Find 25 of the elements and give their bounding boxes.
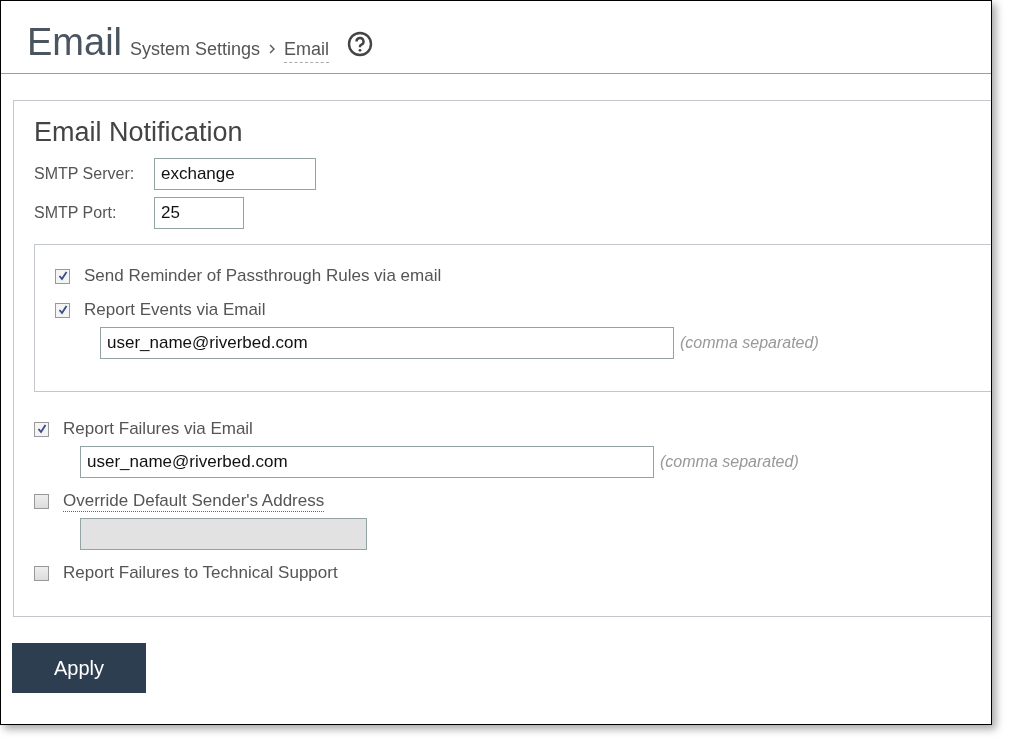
checkbox-label: Send Reminder of Passthrough Rules via email bbox=[84, 266, 442, 286]
checkbox-label: Report Failures via Email bbox=[63, 419, 253, 439]
input-field[interactable]: user_name@riverbed.com bbox=[80, 446, 654, 478]
checkbox-label: Override Default Sender's Address bbox=[63, 490, 325, 512]
checkbox[interactable] bbox=[34, 493, 49, 509]
hint-text: (comma separated) bbox=[660, 453, 799, 471]
checkbox[interactable] bbox=[34, 421, 49, 437]
apply-button[interactable]: Apply bbox=[12, 643, 146, 693]
help-icon[interactable] bbox=[347, 31, 374, 57]
section-title: Email Notification bbox=[34, 117, 244, 148]
page-title: Email bbox=[27, 21, 123, 64]
breadcrumb-item: Email bbox=[284, 39, 330, 63]
checkbox[interactable] bbox=[55, 268, 70, 284]
field-label: SMTP Server: bbox=[34, 165, 136, 183]
input-field[interactable]: exchange bbox=[154, 158, 316, 190]
chevron-icon bbox=[268, 43, 277, 55]
input-field[interactable]: 25 bbox=[154, 197, 244, 229]
checkbox-label: Report Failures to Technical Support bbox=[63, 563, 338, 583]
email-input-field[interactable]: user_name@riverbed.com bbox=[100, 327, 674, 359]
hint-text: (comma separated) bbox=[680, 334, 819, 352]
field-label: SMTP Port: bbox=[34, 204, 118, 222]
checkbox[interactable] bbox=[34, 565, 49, 581]
breadcrumb-item[interactable]: System Settings bbox=[130, 39, 261, 60]
checkbox-label: Report Events via Email bbox=[84, 300, 266, 320]
checkbox[interactable] bbox=[55, 302, 70, 318]
